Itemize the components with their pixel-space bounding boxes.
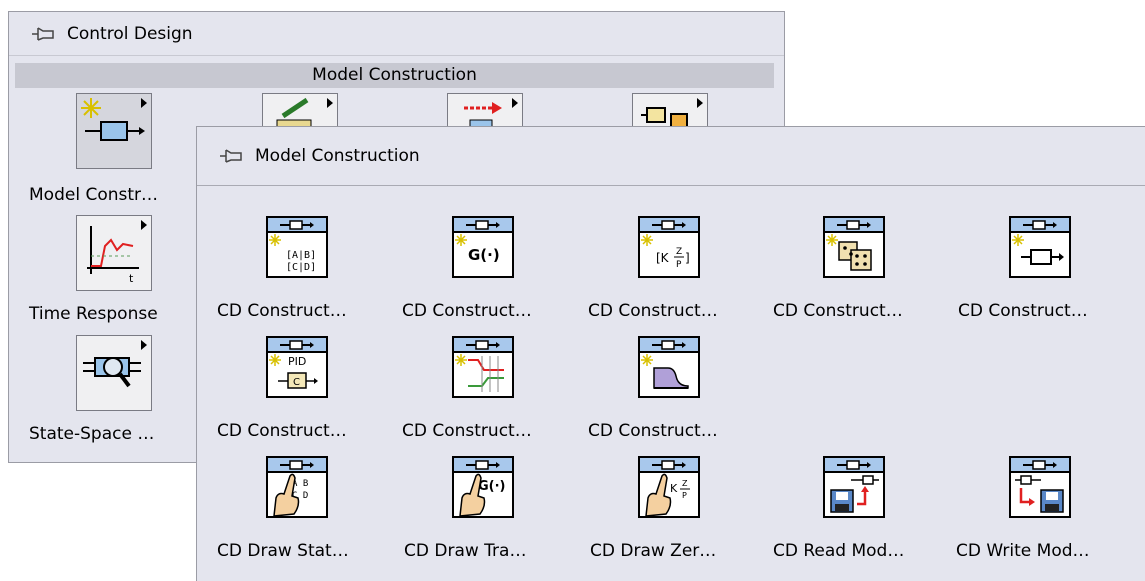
construct-special-model-icon[interactable] [1009,216,1071,278]
model-construction-icon[interactable] [76,93,152,169]
svg-text:Z: Z [682,479,688,488]
svg-text:[K: [K [656,251,670,265]
svg-text:[A|B]: [A|B] [286,250,316,261]
item-label: CD Read Mod… [773,541,905,561]
svg-text:t: t [129,272,134,285]
svg-text:C: C [293,377,300,388]
svg-text:PID: PID [288,355,306,368]
item-label: CD Construct… [958,301,1088,321]
construct-delay-icon[interactable] [638,336,700,398]
item-label: Time Response [29,304,158,324]
draw-zpk-icon[interactable]: K Z P [638,456,700,518]
item-label: CD Draw Tra… [404,541,527,561]
svg-text:Z: Z [676,247,682,257]
svg-text:G(·): G(·) [478,479,506,494]
item-label: State-Space … [29,424,155,444]
item-label: CD Construct… [217,301,347,321]
item-label: CD Write Mod… [956,541,1090,561]
item-label: CD Construct… [402,421,532,441]
item-label: CD Draw Stat… [217,541,349,561]
palette-titlebar[interactable]: Model Construction [197,127,1145,186]
model-edit-icon[interactable] [262,93,338,128]
item-label: CD Construct… [217,421,347,441]
model-construction-palette: Model Construction [A|B] [C|D] CD Constr… [196,126,1145,581]
model-conversion-icon[interactable] [447,93,523,128]
svg-text:K: K [670,482,678,495]
item-label: CD Construct… [588,421,718,441]
item-label: CD Construct… [402,301,532,321]
svg-text:P: P [676,260,682,270]
svg-text:[C|D]: [C|D] [286,262,316,273]
palette-titlebar[interactable]: Control Design [9,12,784,56]
construct-filter-icon[interactable] [452,336,514,398]
draw-state-space-icon[interactable]: A B C D [266,456,328,518]
time-response-icon[interactable]: t [76,215,152,291]
write-model-icon[interactable] [1009,456,1071,518]
draw-transfer-function-icon[interactable]: G(·) [452,456,514,518]
item-label: CD Construct… [773,301,903,321]
item-label: CD Draw Zer… [590,541,717,561]
construct-transfer-function-icon[interactable]: G(·) [452,216,514,278]
svg-text:G(·): G(·) [468,246,500,264]
model-interconnection-icon[interactable] [632,93,708,128]
construct-pid-icon[interactable]: PID C [266,336,328,398]
svg-text:P: P [682,491,687,500]
palette-title: Model Construction [255,146,420,166]
item-label: Model Constr… [29,185,159,205]
pin-icon[interactable] [219,145,243,167]
read-model-icon[interactable] [823,456,885,518]
construct-zpk-icon[interactable]: [K Z P ] [638,216,700,278]
svg-text:]: ] [685,251,690,265]
palette-title: Control Design [67,23,193,44]
construct-random-model-icon[interactable] [823,216,885,278]
item-label: CD Construct… [588,301,718,321]
state-space-icon[interactable] [76,335,152,411]
construct-state-space-icon[interactable]: [A|B] [C|D] [266,216,328,278]
section-header[interactable]: Model Construction [15,63,774,88]
pin-icon[interactable] [31,23,55,45]
